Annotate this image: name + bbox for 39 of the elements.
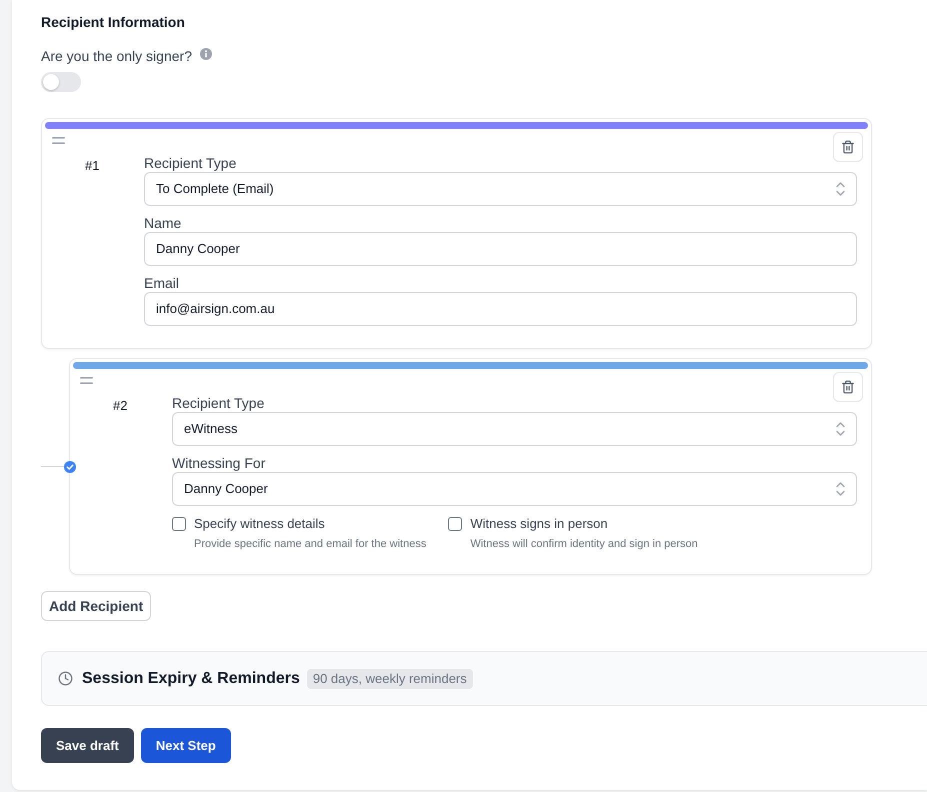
text-input[interactable]: info@airsign.com.au — [144, 292, 857, 326]
save-draft-button[interactable]: Save draft — [41, 728, 134, 763]
select-field[interactable]: Danny Cooper — [172, 472, 857, 506]
session-summary-badge: 90 days, weekly reminders — [306, 668, 473, 688]
checkbox[interactable] — [448, 517, 462, 531]
toggle-label: Are you the only signer? — [41, 47, 192, 66]
toggle-switch[interactable] — [41, 72, 81, 92]
connector-line — [41, 466, 64, 467]
add-recipient-button[interactable]: Add Recipient — [41, 591, 152, 621]
trash-icon — [841, 140, 855, 154]
checkbox[interactable] — [172, 517, 186, 531]
info-icon[interactable] — [200, 48, 212, 60]
session-title: Session Expiry & Reminders — [82, 668, 300, 688]
option-label: Witness signs in person — [470, 515, 608, 533]
delete-button[interactable] — [833, 372, 863, 402]
field-label: Name — [144, 214, 182, 232]
option-description: Witness will confirm identity and sign in person — [470, 537, 698, 552]
drag-handle-icon[interactable] — [52, 137, 65, 144]
recipient-number: #2 — [113, 398, 128, 413]
option-label: Specify witness details — [194, 515, 325, 533]
chevron-up-down-icon — [836, 422, 845, 436]
session-expiry-section[interactable]: Session Expiry & Reminders 90 days, weekly reminders — [41, 651, 927, 706]
recipient-number: #1 — [85, 158, 100, 173]
option-description: Provide specific name and email for the witness — [194, 537, 426, 552]
chevron-up-down-icon — [836, 482, 845, 496]
delete-button[interactable] — [833, 132, 863, 162]
text-input[interactable]: Danny Cooper — [144, 232, 857, 266]
field-label: Recipient Type — [172, 394, 264, 412]
field-label: Witnessing For — [172, 454, 266, 472]
select-field[interactable]: To Complete (Email) — [144, 172, 857, 206]
section-title: Recipient Information — [41, 13, 185, 32]
clock-icon — [58, 671, 73, 686]
next-step-button[interactable]: Next Step — [140, 728, 231, 763]
select-field[interactable]: eWitness — [172, 412, 857, 446]
field-label: Email — [144, 274, 180, 292]
drag-handle-icon[interactable] — [80, 377, 93, 384]
trash-icon — [841, 380, 855, 394]
field-label: Recipient Type — [144, 154, 236, 172]
chevron-up-down-icon — [836, 182, 845, 196]
